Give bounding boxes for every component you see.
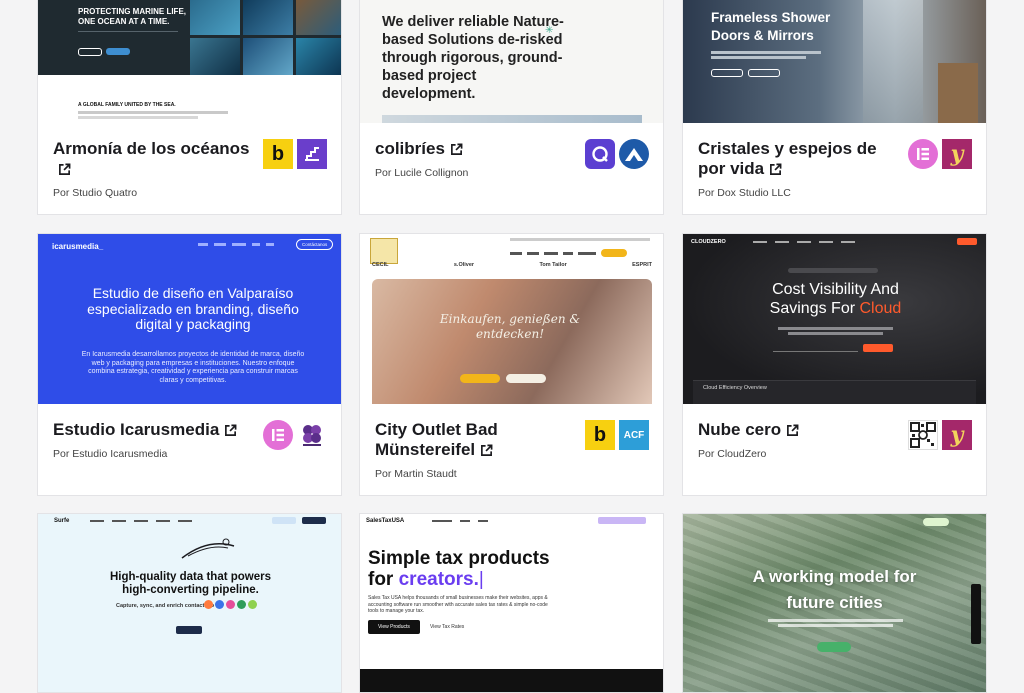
thumb-headline-2a: for — [368, 569, 394, 590]
thumb-script-1: Einkaufen, genießen & — [439, 312, 581, 326]
sparkle-icon: ✳ — [545, 25, 554, 36]
card-info: Estudio Icarusmedia Por Estudio Icarusme… — [38, 404, 341, 495]
card-thumbnail[interactable]: A working model for future cities — [683, 514, 986, 692]
elementor-icon — [263, 420, 293, 450]
card-tech-logos — [263, 420, 327, 450]
thumb-view-tax-rates: View Tax Rates — [430, 624, 465, 630]
city-outlet-logo-icon — [370, 238, 398, 264]
thumb-headline-2: Savings For — [769, 300, 856, 317]
showcase-card[interactable]: A working model for future cities — [682, 513, 987, 693]
thumb-headline-1: Cost Visibility And — [772, 281, 899, 298]
b-logo-icon: b — [585, 420, 615, 450]
card-title[interactable]: colibríes — [375, 139, 575, 159]
card-author: Por Martin Staudt — [375, 468, 457, 480]
thumb-headline: We deliver reliable Nature-based Solutio… — [382, 14, 564, 102]
thumb-body: En Icarusmedia desarrollamos proyectos d… — [81, 351, 305, 384]
showcase-card[interactable]: Surfe High-quality data that powers high… — [37, 513, 342, 693]
thumb-body: Sales Tax USA helps thousands of small b… — [368, 595, 548, 614]
card-title[interactable]: Estudio Icarusmedia — [53, 420, 253, 440]
card-thumbnail[interactable]: PROTECTING MARINE LIFE, ONE OCEAN AT A T… — [38, 0, 341, 123]
card-author: Por Studio Quatro — [53, 187, 138, 199]
thumb-headline-2: ONE OCEAN AT A TIME. — [78, 17, 170, 26]
thumb-brand: SalesTaxUSA — [366, 518, 405, 524]
yoast-icon: y — [942, 139, 972, 169]
thumb-view-products: View Products — [368, 620, 420, 634]
thumb-brand: icarusmedia_ — [52, 242, 104, 251]
external-link-icon[interactable] — [58, 163, 71, 176]
card-info: Nube cero Por CloudZero y — [683, 404, 986, 495]
thumb-headline-1: A working model for — [752, 567, 917, 586]
thumb-headline-1: High-quality data that powers — [109, 571, 271, 583]
card-info: Cristales y espejos de por vida Por Dox … — [683, 123, 986, 214]
card-title[interactable]: Armonía de los océanos — [53, 139, 253, 179]
showcase-card[interactable]: CECIL s.Oliver Tom Tailor ESPRIT Einkauf… — [359, 233, 664, 496]
external-link-icon[interactable] — [769, 163, 782, 176]
card-info: Armonía de los océanos Por Studio Quatro… — [38, 123, 341, 214]
thumb-script-2: entdecken! — [475, 327, 545, 341]
card-thumbnail[interactable]: CECIL s.Oliver Tom Tailor ESPRIT Einkauf… — [360, 234, 663, 404]
thumb-headline-2: future cities — [786, 593, 883, 612]
card-tech-logos: y — [908, 139, 972, 169]
thumb-headline-1: Simple tax products — [368, 548, 550, 569]
external-link-icon[interactable] — [480, 444, 493, 457]
card-title[interactable]: City Outlet Bad Münstereifel — [375, 420, 575, 460]
card-thumbnail[interactable]: Surfe High-quality data that powers high… — [38, 514, 341, 692]
thumb-brand: CLOUDZERO — [691, 239, 726, 245]
card-tech-logos: b — [263, 139, 327, 169]
card-info: colibríes Por Lucile Collignon — [360, 123, 663, 214]
elementor-icon — [908, 139, 938, 169]
thumb-headline-2b: creators. — [398, 569, 479, 590]
card-author: Por Dox Studio LLC — [698, 187, 791, 199]
yoast-icon: y — [942, 420, 972, 450]
showcase-card[interactable]: Frameless Shower Doors & Mirrors Cristal… — [682, 0, 987, 215]
thumb-accent-word: Cloud — [859, 300, 902, 317]
card-thumbnail[interactable]: Frameless Shower Doors & Mirrors — [683, 0, 986, 123]
thumb-panel-label: Cloud Efficiency Overview — [703, 385, 767, 391]
external-link-icon[interactable] — [224, 424, 237, 437]
surfboard-illustration-icon — [178, 536, 238, 569]
thumb-headline: Estudio de diseño en Valparaíso especial… — [87, 285, 299, 332]
card-thumbnail[interactable]: icarusmedia_ Contáctanos Estudio de dise… — [38, 234, 341, 404]
stairs-icon — [297, 139, 327, 169]
card-thumbnail[interactable]: CLOUDZERO Cost Visibility And Savings Fo… — [683, 234, 986, 404]
thumb-headline: PROTECTING MARINE LIFE, — [78, 7, 186, 16]
card-tech-logos: b ACF — [585, 420, 649, 450]
q-ring-icon — [585, 139, 615, 169]
showcase-card[interactable]: CLOUDZERO Cost Visibility And Savings Fo… — [682, 233, 987, 496]
qr-icon — [908, 420, 938, 450]
card-title[interactable]: Cristales y espejos de por vida — [698, 139, 898, 179]
thumb-headline-2: high-converting pipeline. — [122, 584, 259, 596]
card-thumbnail[interactable]: We deliver reliable Nature-based Solutio… — [360, 0, 663, 123]
thumb-contact-button: Contáctanos — [296, 239, 334, 250]
thumb-subline: Capture, sync, and enrich contacts to — [116, 603, 215, 609]
b-logo-icon: b — [263, 139, 293, 169]
card-tech-logos — [585, 139, 649, 169]
card-thumbnail[interactable]: SalesTaxUSA Simple tax products for crea… — [360, 514, 663, 692]
external-link-icon[interactable] — [786, 424, 799, 437]
showcase-card[interactable]: icarusmedia_ Contáctanos Estudio de dise… — [37, 233, 342, 496]
external-link-icon[interactable] — [450, 143, 463, 156]
thumb-headline: Frameless Shower Doors & Mirrors — [711, 10, 831, 43]
card-info: City Outlet Bad Münstereifel Por Martin … — [360, 404, 663, 495]
showcase-card[interactable]: PROTECTING MARINE LIFE, ONE OCEAN AT A T… — [37, 0, 342, 215]
thumb-brand: Surfe — [54, 518, 70, 524]
brand-strip: CECIL s.Oliver Tom Tailor ESPRIT — [372, 262, 652, 268]
mountain-icon — [619, 139, 649, 169]
showcase-card[interactable]: We deliver reliable Nature-based Solutio… — [359, 0, 664, 215]
acf-logo-icon: ACF — [619, 420, 649, 450]
card-title[interactable]: Nube cero — [698, 420, 898, 440]
card-tech-logos: y — [908, 420, 972, 450]
thumb-subline: A GLOBAL FAMILY UNITED BY THE SEA. — [78, 102, 176, 108]
duplicator-icon — [297, 420, 327, 450]
showcase-card[interactable]: SalesTaxUSA Simple tax products for crea… — [359, 513, 664, 693]
